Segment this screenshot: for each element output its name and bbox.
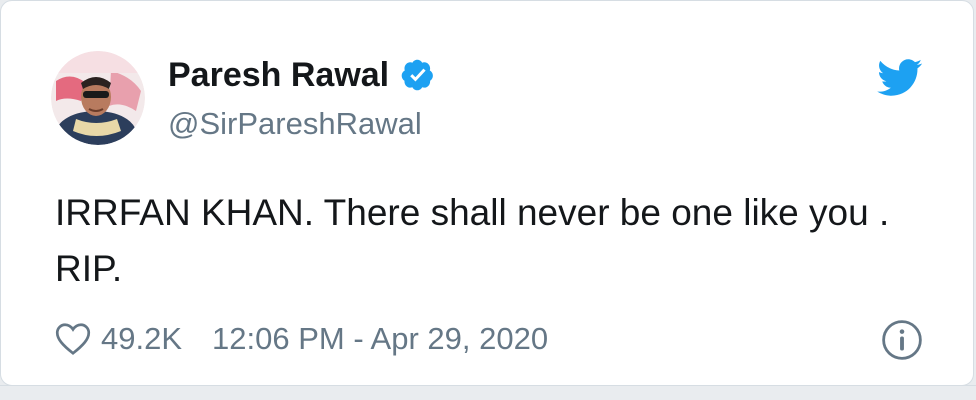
author-row: Paresh Rawal [168,55,435,95]
tweet-text: IRRFAN KHAN. There shall never be one li… [55,185,935,297]
user-handle[interactable]: @SirPareshRawal [168,105,422,143]
tweet-text-line-1: IRRFAN KHAN. There shall never be one li… [55,192,890,233]
bottom-divider [0,385,976,386]
twitter-bird-icon[interactable] [877,59,923,97]
avatar[interactable] [51,51,145,145]
like-count[interactable]: 49.2K [101,319,182,359]
tweet-card: Paresh Rawal @SirPareshRawal IRRFAN KHAN… [0,0,974,386]
info-icon[interactable] [881,319,923,361]
tweet-footer: 49.2K 12:06 PM - Apr 29, 2020 [55,319,548,359]
tweet-text-line-2: RIP. [55,248,123,289]
timestamp[interactable]: 12:06 PM - Apr 29, 2020 [212,319,548,359]
display-name[interactable]: Paresh Rawal [168,55,389,95]
heart-icon[interactable] [55,322,91,356]
verified-badge-icon [401,59,433,91]
